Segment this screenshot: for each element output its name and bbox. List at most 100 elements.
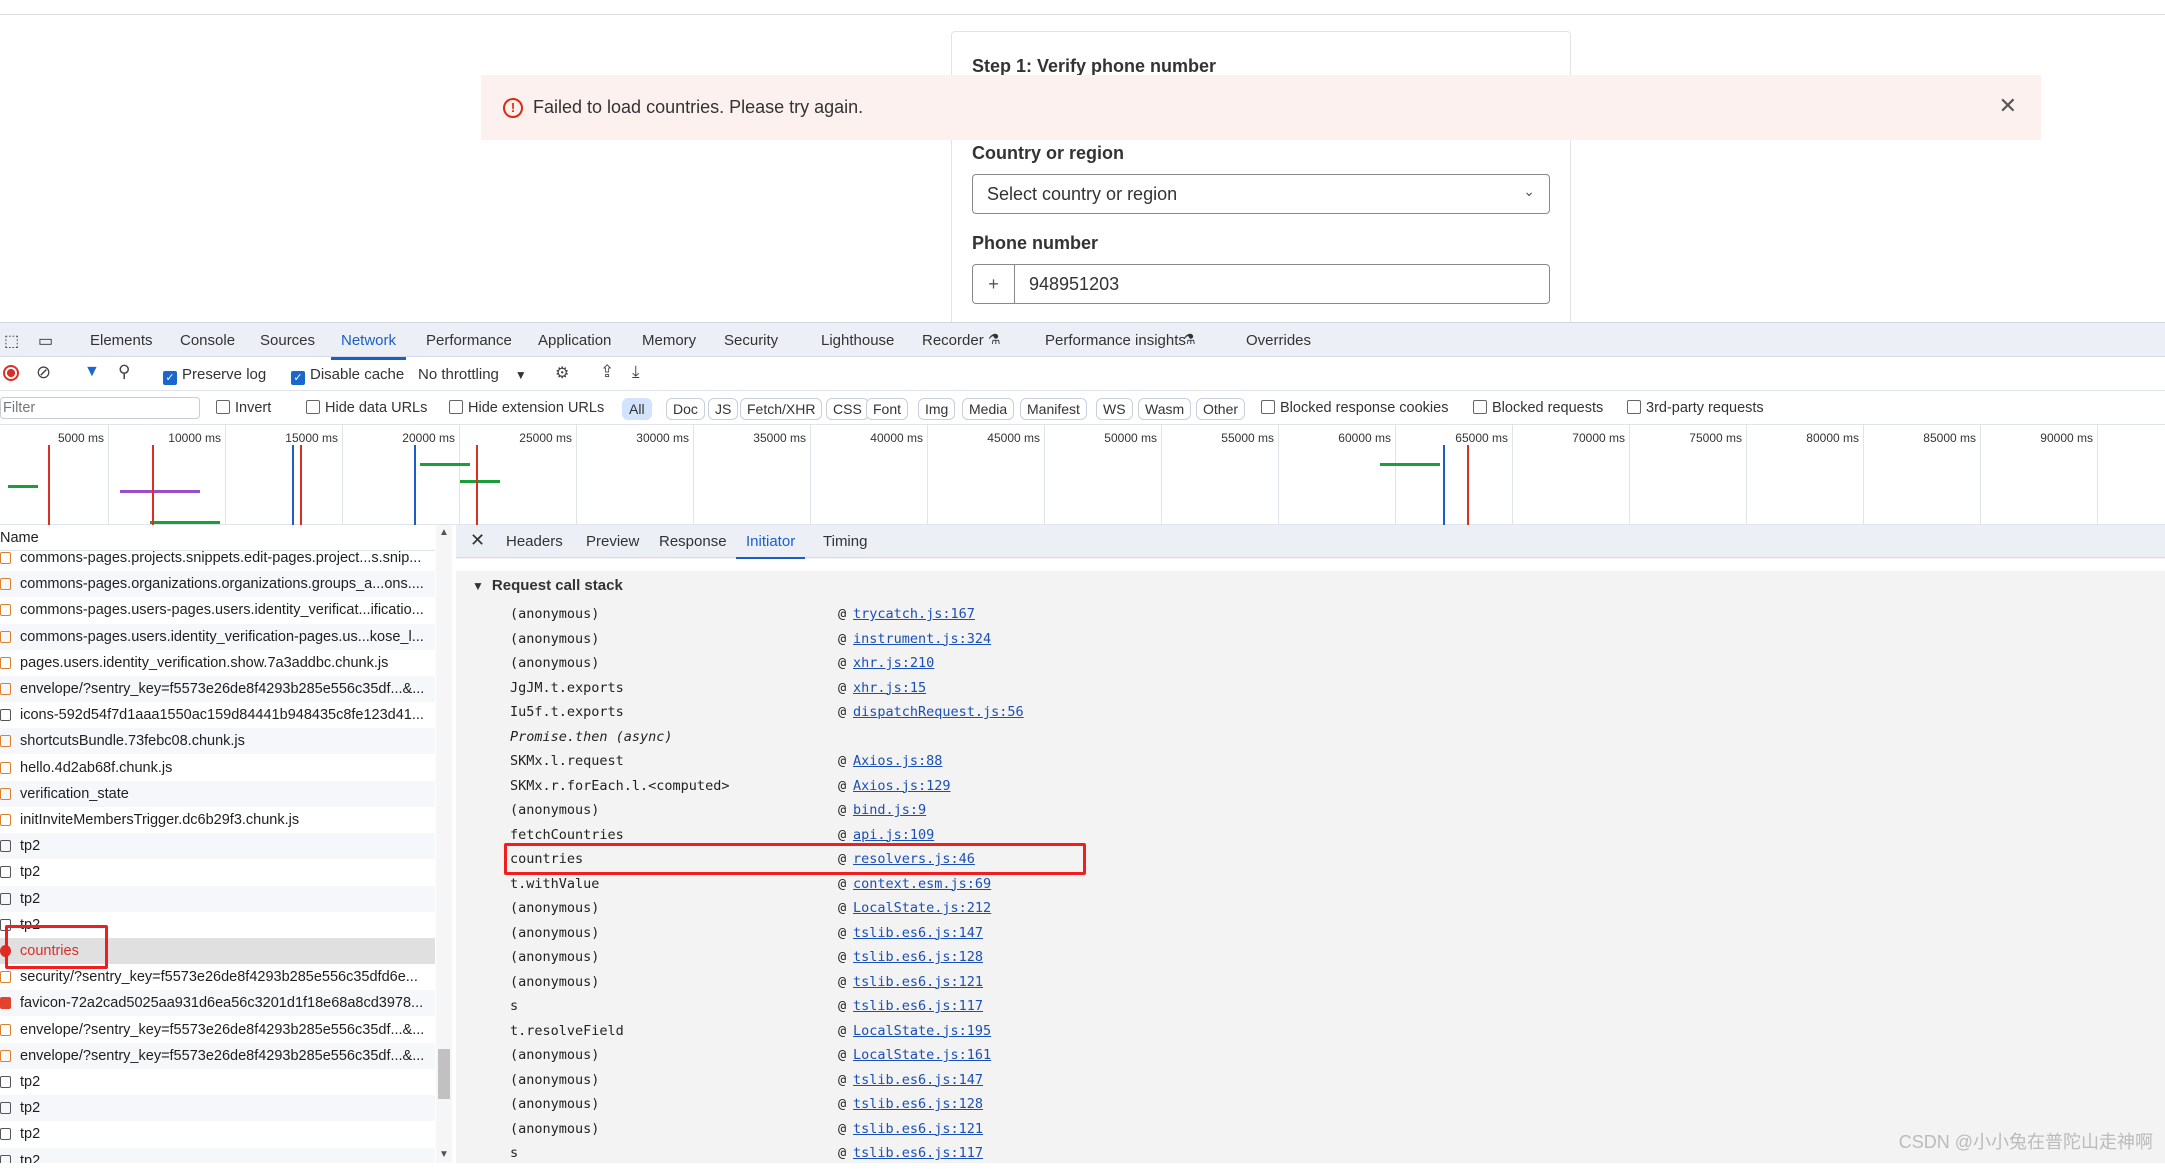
frame-source-link[interactable]: xhr.js:210 <box>853 655 934 671</box>
preserve-log-checkbox[interactable]: ✓ Preserve log <box>163 366 266 385</box>
request-row[interactable]: verification_state <box>0 780 435 807</box>
tab-application[interactable]: Application <box>538 332 611 349</box>
filter-type-img[interactable]: Img <box>918 398 956 420</box>
detail-tab-initiator[interactable]: Initiator <box>735 533 806 560</box>
clear-icon[interactable]: ⊘ <box>36 362 51 383</box>
frame-source-link[interactable]: api.js:109 <box>853 827 934 843</box>
request-row[interactable]: tp2 <box>0 885 435 912</box>
frame-source-link[interactable]: LocalState.js:161 <box>853 1047 991 1063</box>
request-row[interactable]: commons-pages.projects.snippets.edit-pag… <box>0 551 435 571</box>
detail-tab-preview[interactable]: Preview <box>586 533 639 550</box>
filter-type-fetch-xhr[interactable]: Fetch/XHR <box>740 398 823 420</box>
scroll-down-icon[interactable]: ▼ <box>439 1149 449 1160</box>
scroll-up-icon[interactable]: ▲ <box>439 527 449 538</box>
detail-tab-response[interactable]: Response <box>659 533 727 550</box>
frame-source-link[interactable]: tslib.es6.js:121 <box>853 974 983 990</box>
filter-type-doc[interactable]: Doc <box>666 398 705 420</box>
request-row[interactable]: icons-592d54f7d1aaa1550ac159d84441b94843… <box>0 702 435 728</box>
filter-type-manifest[interactable]: Manifest <box>1020 398 1087 420</box>
throttling-select[interactable]: No throttling ▼ <box>418 366 527 383</box>
tab-sources[interactable]: Sources <box>260 332 315 349</box>
scrollbar-thumb[interactable] <box>438 1049 450 1099</box>
frame-source-link[interactable]: LocalState.js:195 <box>853 1023 991 1039</box>
close-icon[interactable]: ✕ <box>1999 93 2017 119</box>
tab-performance[interactable]: Performance <box>426 332 512 349</box>
inspect-element-icon[interactable]: ⬚ <box>4 331 19 351</box>
network-overview[interactable]: 5000 ms 10000 ms 15000 ms 20000 ms 25000 ms 3… <box>0 425 2165 525</box>
hide-data-urls-checkbox[interactable]: Hide data URLs <box>306 400 427 416</box>
request-row[interactable]: envelope/?sentry_key=f5573e26de8f4293b28… <box>0 1042 435 1069</box>
request-row[interactable]: initInviteMembersTrigger.dc6b29f3.chunk.… <box>0 807 435 833</box>
request-row[interactable]: hello.4d2ab68f.chunk.js <box>0 755 435 781</box>
import-har-icon[interactable]: ⇪ <box>600 362 614 382</box>
search-icon[interactable]: ⚲ <box>118 362 130 382</box>
request-row[interactable]: pages.users.identity_verification.show.7… <box>0 650 435 676</box>
invert-checkbox[interactable]: Invert <box>216 400 271 416</box>
frame-source-link[interactable]: Axios.js:129 <box>853 778 951 794</box>
filter-type-all[interactable]: All <box>622 398 652 420</box>
record-icon[interactable] <box>3 365 19 381</box>
tab-recorder[interactable]: Recorder <box>922 332 984 349</box>
frame-source-link[interactable]: trycatch.js:167 <box>853 606 975 622</box>
request-row[interactable]: envelope/?sentry_key=f5573e26de8f4293b28… <box>0 1017 435 1043</box>
detail-tab-timing[interactable]: Timing <box>823 533 867 550</box>
filter-type-wasm[interactable]: Wasm <box>1138 398 1192 420</box>
frame-source-link[interactable]: LocalState.js:212 <box>853 900 991 916</box>
tab-performance-insights[interactable]: Performance insights <box>1045 332 1186 349</box>
frame-source-link[interactable]: tslib.es6.js:117 <box>853 998 983 1014</box>
close-detail-icon[interactable]: ✕ <box>470 530 485 551</box>
frame-source-link[interactable]: Axios.js:88 <box>853 753 942 769</box>
frame-source-link[interactable]: context.esm.js:69 <box>853 876 991 892</box>
frame-source-link[interactable]: dispatchRequest.js:56 <box>853 704 1024 720</box>
hide-extension-urls-checkbox[interactable]: Hide extension URLs <box>449 400 604 416</box>
request-row[interactable]: tp2 <box>0 859 435 885</box>
tab-console[interactable]: Console <box>180 332 235 349</box>
frame-source-link[interactable]: tslib.es6.js:147 <box>853 925 983 941</box>
request-row[interactable]: tp2 <box>0 1121 435 1147</box>
filter-type-media[interactable]: Media <box>962 398 1015 420</box>
filter-input[interactable]: Filter <box>0 397 200 419</box>
frame-source-link[interactable]: tslib.es6.js:147 <box>853 1072 983 1088</box>
export-har-icon[interactable]: ⤓ <box>632 362 640 382</box>
frame-source-link[interactable]: tslib.es6.js:117 <box>853 1145 983 1161</box>
blocked-cookies-checkbox[interactable]: Blocked response cookies <box>1261 400 1448 416</box>
filter-icon[interactable]: ▼ <box>84 363 100 381</box>
tab-network[interactable]: Network <box>330 332 407 360</box>
frame-source-link[interactable]: xhr.js:15 <box>853 680 926 696</box>
tab-lighthouse[interactable]: Lighthouse <box>821 332 894 349</box>
third-party-checkbox[interactable]: 3rd-party requests <box>1627 400 1764 416</box>
phone-field[interactable]: +948951203 <box>972 264 1550 304</box>
frame-source-link[interactable]: tslib.es6.js:121 <box>853 1121 983 1137</box>
request-row[interactable]: shortcutsBundle.73febc08.chunk.js <box>0 728 435 755</box>
request-row[interactable]: tp2 <box>0 1095 435 1122</box>
request-row[interactable]: commons-pages.users-pages.users.identity… <box>0 597 435 623</box>
tab-overrides[interactable]: Overrides <box>1246 332 1311 349</box>
request-list-scrollbar[interactable]: ▲ ▼ <box>436 525 452 1163</box>
network-conditions-icon[interactable]: ⚙ <box>555 363 569 383</box>
country-select[interactable]: Select country or region ⌄ <box>972 174 1550 214</box>
filter-type-js[interactable]: JS <box>708 398 739 420</box>
request-row[interactable]: commons-pages.organizations.organization… <box>0 571 435 598</box>
frame-source-link[interactable]: tslib.es6.js:128 <box>853 949 983 965</box>
disable-cache-checkbox[interactable]: ✓ Disable cache <box>291 366 404 385</box>
filter-type-css[interactable]: CSS <box>826 398 869 420</box>
request-row[interactable]: envelope/?sentry_key=f5573e26de8f4293b28… <box>0 676 435 702</box>
tab-elements[interactable]: Elements <box>90 332 153 349</box>
name-column-header[interactable]: Name <box>0 525 435 551</box>
frame-source-link[interactable]: tslib.es6.js:128 <box>853 1096 983 1112</box>
filter-type-font[interactable]: Font <box>866 398 909 420</box>
request-row[interactable]: favicon-72a2cad5025aa931d6ea56c3201d1f18… <box>0 990 435 1017</box>
frame-source-link[interactable]: instrument.js:324 <box>853 631 991 647</box>
phone-input[interactable]: 948951203 <box>1015 265 1119 303</box>
filter-type-other[interactable]: Other <box>1196 398 1246 420</box>
request-row[interactable]: tp2 <box>0 1147 435 1163</box>
tab-memory[interactable]: Memory <box>642 332 696 349</box>
blocked-requests-checkbox[interactable]: Blocked requests <box>1473 400 1603 416</box>
tab-security[interactable]: Security <box>724 332 778 349</box>
request-row[interactable]: tp2 <box>0 833 435 860</box>
request-row[interactable]: commons-pages.users.identity_verificatio… <box>0 623 435 650</box>
call-stack-section[interactable]: ▼ Request call stack <box>472 577 623 594</box>
frame-source-link[interactable]: bind.js:9 <box>853 802 926 818</box>
filter-type-ws[interactable]: WS <box>1096 398 1133 420</box>
detail-tab-headers[interactable]: Headers <box>506 533 563 550</box>
